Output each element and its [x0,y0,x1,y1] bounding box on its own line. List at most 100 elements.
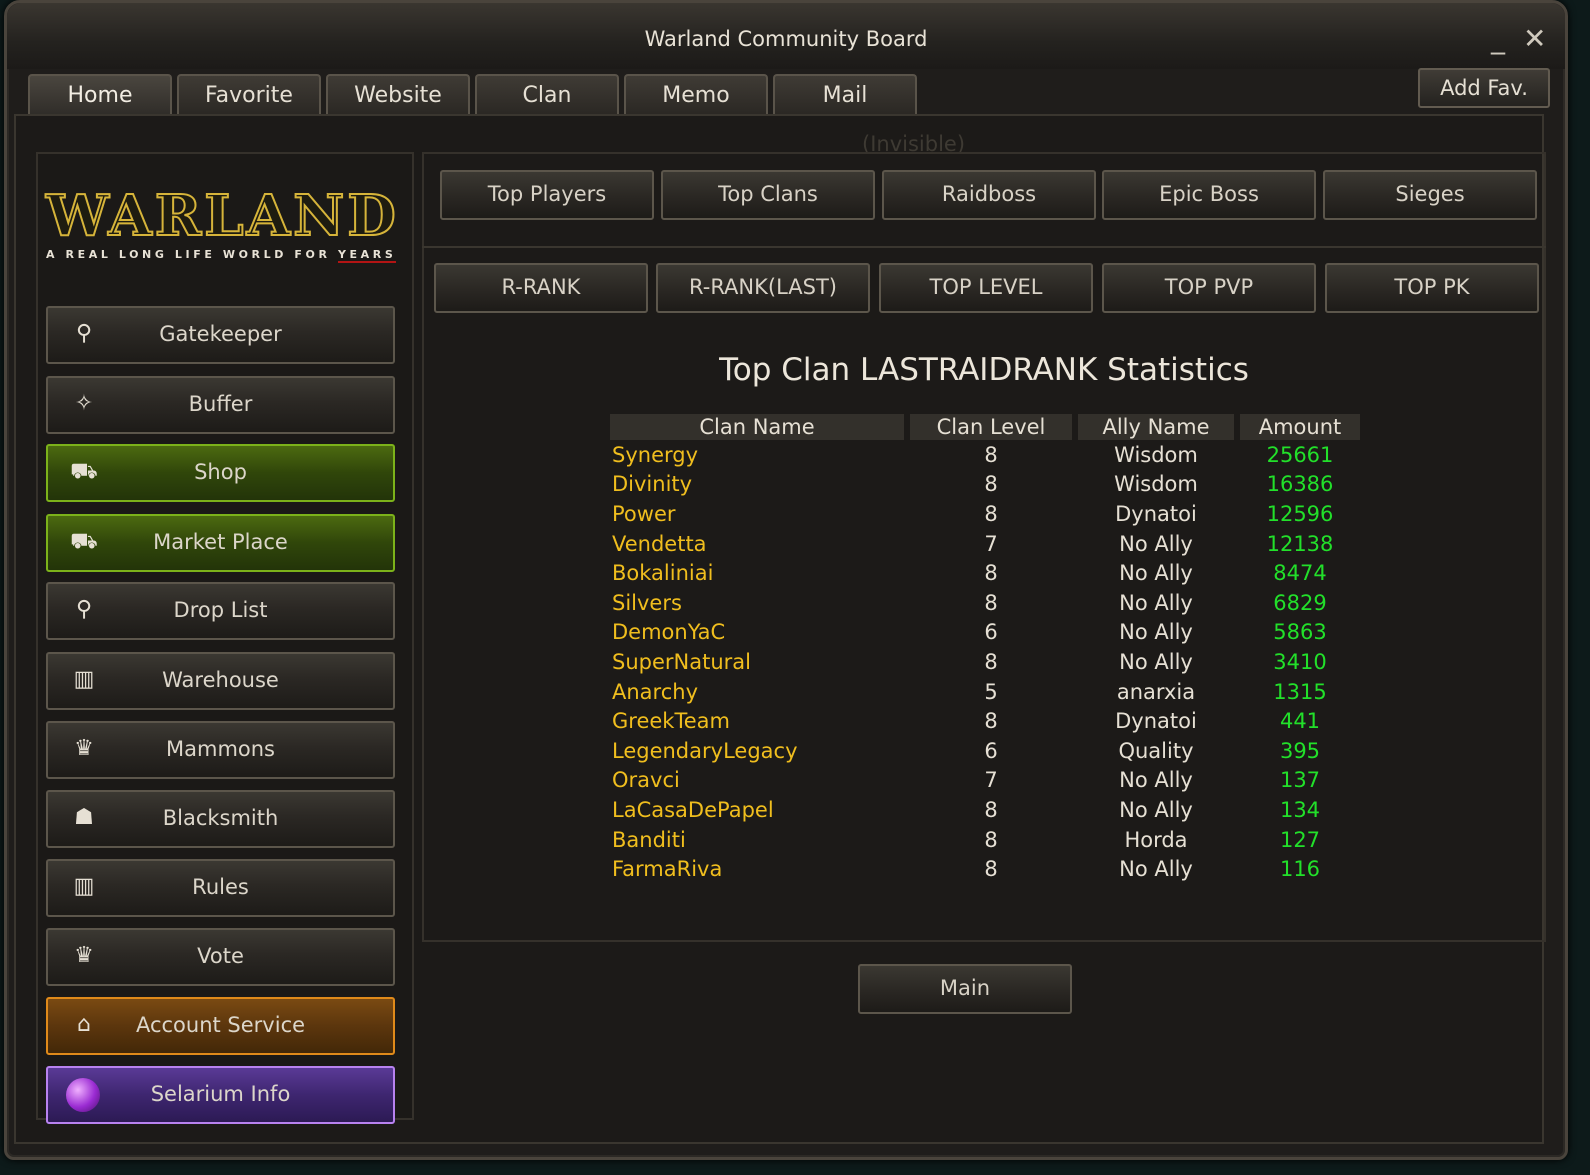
sidebar-item-rules[interactable]: ▥ Rules [46,859,395,917]
table-row: Synergy 8 Wisdom 25661 [610,440,1360,470]
window-title: Warland Community Board [644,27,928,51]
sidebar-item-blacksmith[interactable]: ☗ Blacksmith [46,790,395,848]
ally-name-cell: No Ally [1119,561,1193,586]
minimize-button[interactable]: _ [1491,25,1505,53]
clan-level-cell: 8 [984,472,998,497]
table-row: Oravci 7 No Ally 137 [610,766,1360,796]
nav-divider [422,246,1546,248]
top-level-button[interactable]: TOP LEVEL [879,263,1093,313]
sidebar-item-label: Selarium Info [150,1082,291,1106]
clan-level-cell: 6 [984,738,998,763]
tab-clan[interactable]: Clan [475,74,619,116]
sidebar-item-shop[interactable]: ⛟ Shop [46,444,395,502]
sidebar-item-label: Blacksmith [162,806,279,830]
top-clans-button[interactable]: Top Clans [661,170,875,220]
top-pk-button[interactable]: TOP PK [1325,263,1539,313]
clan-name-cell: LaCasaDePapel [612,797,774,822]
table-row: Bokaliniai 8 No Ally 8474 [610,558,1360,588]
top-players-button[interactable]: Top Players [440,170,654,220]
table-row: DemonYaC 6 No Ally 5863 [610,618,1360,648]
logo-tagline: A REAL LONG LIFE WORLD FOR YEARS [46,248,397,263]
amount-cell: 441 [1279,709,1321,734]
ally-name-cell: Dynatoi [1115,501,1197,526]
table-row: Anarchy 5 anarxia 1315 [610,677,1360,707]
gem-icon [66,1078,100,1112]
column-header-ally-name: Ally Name [1078,414,1234,440]
amount-cell: 25661 [1266,442,1334,467]
ally-name-cell: No Ally [1119,768,1193,793]
warland-logo: WARLAND A REAL LONG LIFE WORLD FOR YEARS [45,183,406,266]
sidebar-item-drop-list[interactable]: ⚲ Drop List [46,582,395,640]
tab-bar: Home Favorite Website Clan Memo Mail [28,74,917,116]
table-row: Divinity 8 Wisdom 16386 [610,470,1360,500]
crown-icon: ♛ [74,943,94,968]
clan-level-cell: 8 [984,827,998,852]
ally-name-cell: Horda [1124,827,1188,852]
sidebar-item-buffer[interactable]: ✧ Buffer [46,376,395,434]
raidboss-button[interactable]: Raidboss [882,170,1096,220]
column-header-clan-name: Clan Name [610,414,904,440]
sidebar-item-warehouse[interactable]: ▥ Warehouse [46,652,395,710]
sidebar-item-label: Drop List [173,598,268,622]
amount-cell: 12138 [1266,531,1334,556]
add-favorite-button[interactable]: Add Fav. [1418,68,1550,108]
main-button[interactable]: Main [858,964,1072,1014]
logo-title: WARLAND [45,183,399,249]
clan-name-cell: Silvers [612,590,682,615]
sieges-button[interactable]: Sieges [1323,170,1537,220]
clan-name-cell: Oravci [612,768,680,793]
table-row: FarmaRiva 8 No Ally 116 [610,854,1360,884]
r-rank-button[interactable]: R-RANK [434,263,648,313]
amount-cell: 8474 [1273,561,1327,586]
amount-cell: 395 [1279,738,1321,763]
title-bar[interactable]: Warland Community Board _ ✕ [7,3,1565,69]
clan-level-cell: 7 [984,768,998,793]
clan-name-cell: FarmaRiva [612,857,723,882]
crown-icon: ♛ [74,736,94,761]
top-pvp-button[interactable]: TOP PVP [1102,263,1316,313]
table-row: Power 8 Dynatoi 12596 [610,499,1360,529]
clan-name-cell: Anarchy [612,679,698,704]
sidebar-item-gatekeeper[interactable]: ⚲ Gatekeeper [46,306,395,364]
sidebar-item-market-place[interactable]: ⛟ Market Place [46,514,395,572]
sidebar-item-label: Vote [197,944,244,968]
clan-level-cell: 8 [984,561,998,586]
sidebar-item-mammons[interactable]: ♛ Mammons [46,721,395,779]
sidebar-item-label: Shop [194,460,247,484]
tab-memo[interactable]: Memo [624,74,768,116]
table-header-row: Clan Name Clan Level Ally Name Amount [610,414,1360,440]
sidebar-item-label: Market Place [153,530,288,554]
tab-favorite[interactable]: Favorite [177,74,321,116]
map-pin-icon: ⚲ [75,597,93,622]
clan-stats-table: Clan Name Clan Level Ally Name Amount Sy… [604,414,1366,884]
amount-cell: 116 [1279,857,1321,882]
tab-mail[interactable]: Mail [773,74,917,116]
table-row: Banditi 8 Horda 127 [610,825,1360,855]
clan-name-cell: SuperNatural [612,649,751,674]
sidebar-item-account-service[interactable]: ⌂ Account Service [46,997,395,1055]
basket-icon: ⛟ [70,529,98,554]
clan-name-cell: Power [612,501,676,526]
sidebar-item-vote[interactable]: ♛ Vote [46,928,395,986]
tab-website[interactable]: Website [326,74,470,116]
tab-home[interactable]: Home [28,74,172,116]
clan-level-cell: 8 [984,857,998,882]
clan-name-cell: Vendetta [612,531,707,556]
amount-cell: 16386 [1266,472,1334,497]
ally-name-cell: No Ally [1119,857,1193,882]
bar-chart-icon: ▥ [73,667,95,692]
clan-name-cell: DemonYaC [612,620,726,645]
ally-name-cell: Wisdom [1114,472,1198,497]
epic-boss-button[interactable]: Epic Boss [1102,170,1316,220]
table-row: LegendaryLegacy 6 Quality 395 [610,736,1360,766]
amount-cell: 6829 [1273,590,1327,615]
r-rank-last-button[interactable]: R-RANK(LAST) [656,263,870,313]
ally-name-cell: Wisdom [1114,442,1198,467]
sidebar-item-label: Account Service [135,1013,306,1037]
clan-name-cell: Divinity [612,472,693,497]
table-row: Vendetta 7 No Ally 12138 [610,529,1360,559]
column-header-clan-level: Clan Level [910,414,1072,440]
sidebar-item-selarium-info[interactable]: Selarium Info [46,1066,395,1124]
column-header-amount: Amount [1240,414,1360,440]
close-button[interactable]: ✕ [1523,25,1546,53]
